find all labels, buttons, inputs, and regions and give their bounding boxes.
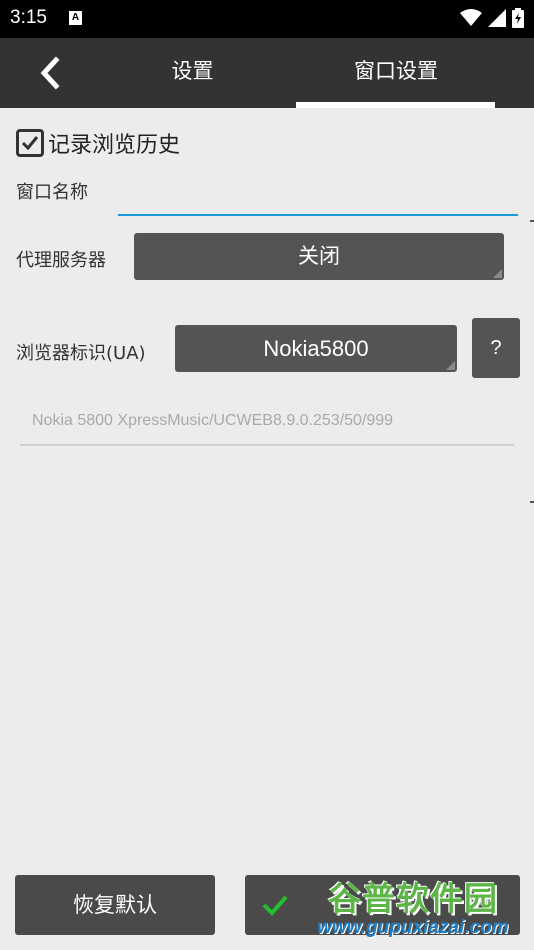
edge-mark [530,220,534,222]
restore-defaults-button[interactable]: 恢复默认 [15,875,215,935]
window-name-input[interactable] [118,178,518,216]
confirm-button[interactable] [245,875,520,935]
edge-mark [530,501,534,503]
check-icon [21,136,39,151]
record-history-checkbox[interactable] [16,129,44,157]
user-agent-label: 浏览器标识(UA) [16,343,146,364]
user-agent-help-button[interactable]: ? [472,318,520,378]
proxy-selector[interactable]: 关闭 [134,233,504,280]
window-name-label: 窗口名称 [16,182,88,203]
record-history-label: 记录浏览历史 [48,133,181,158]
back-button[interactable] [36,54,66,92]
dropdown-corner-icon [493,269,502,278]
dropdown-corner-icon [446,361,455,370]
status-icons [460,8,524,32]
user-agent-value: Nokia5800 [263,336,369,361]
header-bar: 设置 窗口设置 [0,38,534,108]
notification-icon: A [69,11,82,25]
user-agent-selector[interactable]: Nokia5800 [175,325,457,372]
window-settings-panel: 记录浏览历史 窗口名称 代理服务器 关闭 浏览器标识(UA) Nokia5800… [0,108,534,950]
battery-charging-icon [512,8,524,32]
proxy-value: 关闭 [298,244,340,268]
signal-icon [488,9,506,31]
proxy-label: 代理服务器 [16,250,106,271]
check-icon [262,895,288,916]
record-history-option[interactable]: 记录浏览历史 [16,126,180,160]
tab-settings[interactable]: 设置 [130,38,255,108]
tab-window-settings[interactable]: 窗口设置 [298,38,494,108]
status-time: 3:15 [10,7,47,28]
status-bar: 3:15 A [0,0,534,38]
chevron-left-icon [40,56,60,90]
wifi-icon [460,9,482,31]
user-agent-string-input[interactable] [20,398,514,446]
